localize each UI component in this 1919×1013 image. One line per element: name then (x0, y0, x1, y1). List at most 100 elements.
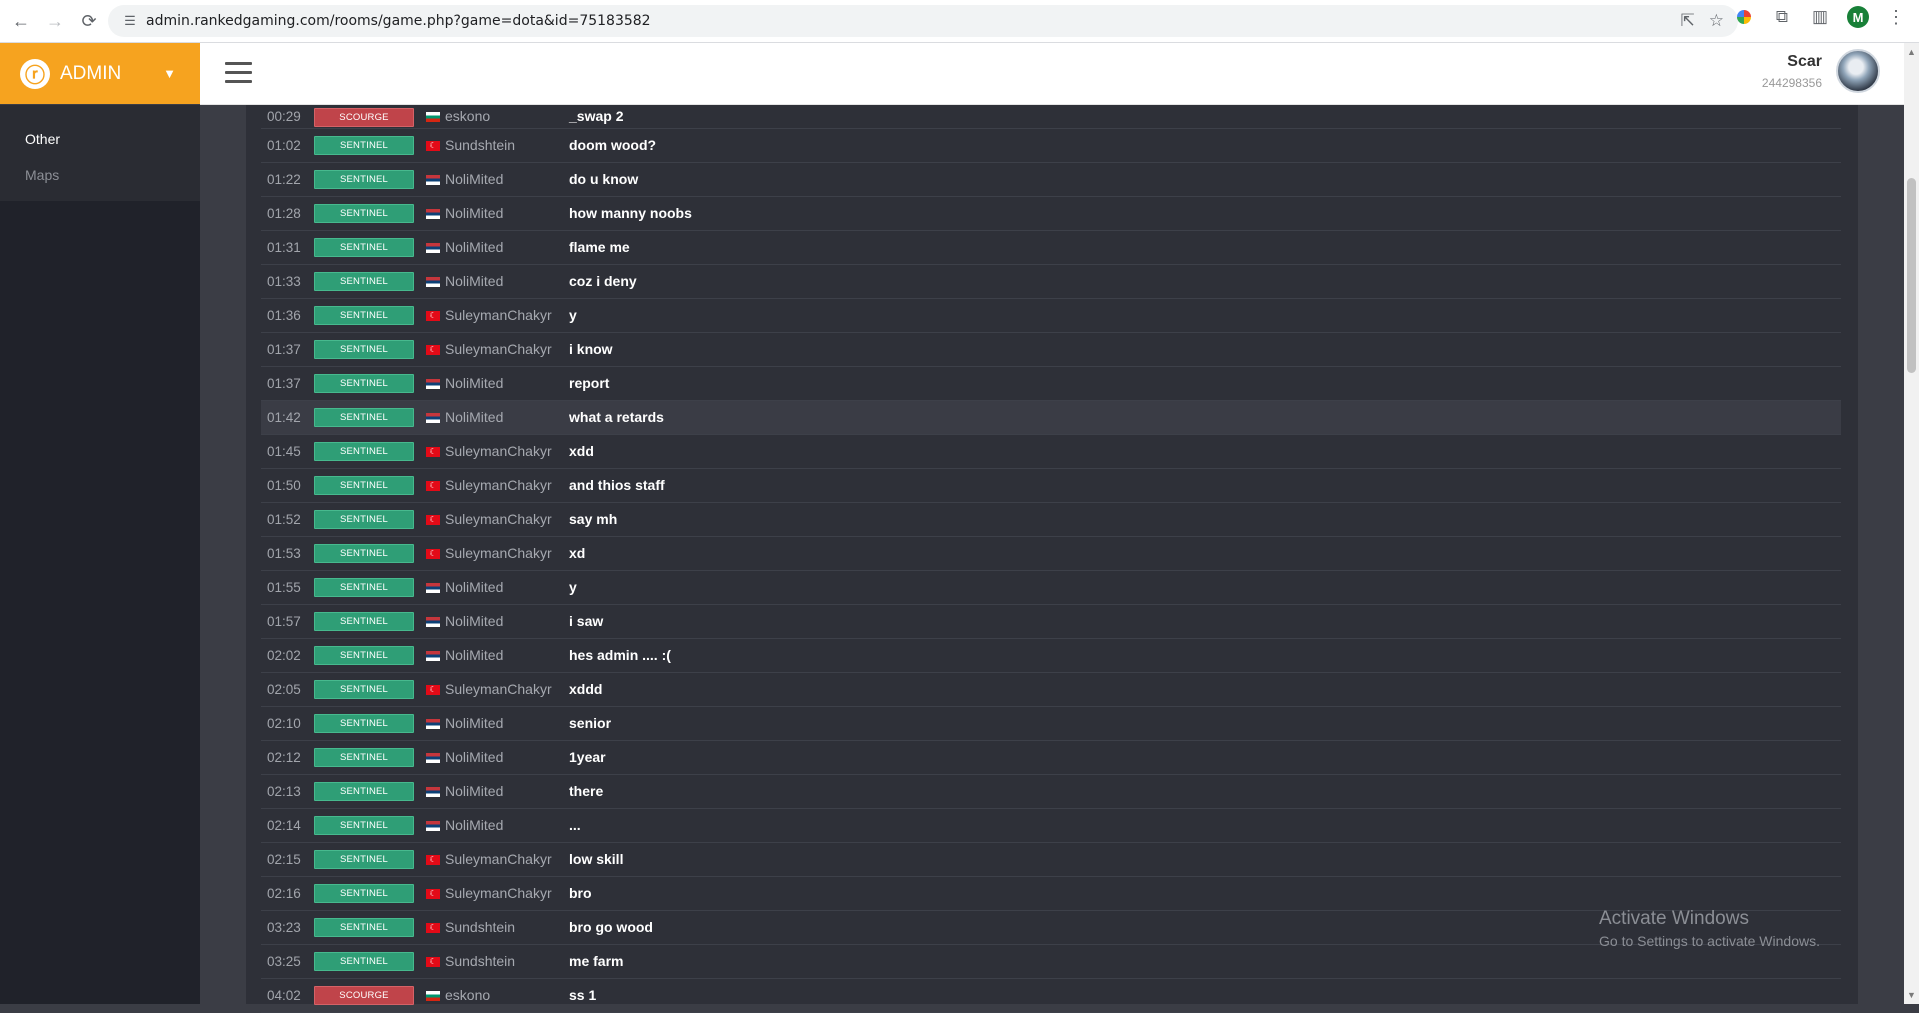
scroll-down-arrow-icon[interactable]: ▼ (1907, 990, 1916, 1000)
chat-player-name[interactable]: SuleymanChakyr (445, 333, 552, 366)
scroll-up-arrow-icon[interactable]: ▲ (1907, 47, 1916, 57)
chat-player-name[interactable]: SuleymanChakyr (445, 843, 552, 876)
chat-message: report (569, 375, 610, 391)
browser-toolbar: ← → ⟳ ☰ admin.rankedgaming.com/rooms/gam… (0, 0, 1919, 43)
team-badge: SENTINEL (314, 850, 414, 869)
country-flag-icon (426, 243, 440, 253)
chat-time: 02:15 (267, 852, 301, 867)
chat-row[interactable]: 02:15 SENTINEL ☾ SuleymanChakyr low skill (261, 843, 1841, 877)
chat-row[interactable]: 01:22 SENTINEL NoliMited do u know (261, 163, 1841, 197)
chat-row[interactable]: 01:37 SENTINEL ☾ SuleymanChakyr i know (261, 333, 1841, 367)
url-text[interactable]: admin.rankedgaming.com/rooms/game.php?ga… (146, 13, 651, 29)
user-menu[interactable]: Scar 244298356 (1762, 49, 1880, 93)
page-scrollbar[interactable]: ▲ ▼ (1904, 43, 1919, 1004)
chat-player-name[interactable]: eskono (445, 979, 490, 1012)
chat-message: there (569, 783, 604, 799)
chat-player-name[interactable]: SuleymanChakyr (445, 469, 552, 502)
browser-menu-icon[interactable]: ⋮ (1885, 7, 1907, 28)
caret-down-icon[interactable]: ▼ (163, 66, 176, 81)
chat-player-name[interactable]: NoliMited (445, 163, 503, 196)
chat-row[interactable]: 02:16 SENTINEL ☾ SuleymanChakyr bro (261, 877, 1841, 911)
chat-row[interactable]: 01:50 SENTINEL ☾ SuleymanChakyr and thios st… (261, 469, 1841, 503)
chat-row[interactable]: 02:10 SENTINEL NoliMited senior (261, 707, 1841, 741)
chat-player-name[interactable]: NoliMited (445, 741, 503, 774)
chat-message: i saw (569, 613, 604, 629)
country-flag-icon: ☾ (426, 889, 440, 899)
chat-player-name[interactable]: NoliMited (445, 639, 503, 672)
bookmark-star-icon[interactable]: ☆ (1709, 11, 1724, 31)
address-bar[interactable]: ☰ admin.rankedgaming.com/rooms/game.php?… (108, 5, 1738, 37)
top-navbar: Scar 244298356 (200, 43, 1904, 105)
side-panel-icon[interactable]: ▥ (1809, 6, 1831, 28)
hamburger-menu-icon[interactable] (225, 62, 252, 89)
chat-row[interactable]: 02:05 SENTINEL ☾ SuleymanChakyr xddd (261, 673, 1841, 707)
chat-player-name[interactable]: NoliMited (445, 605, 503, 638)
reload-icon[interactable]: ⟳ (74, 6, 104, 36)
chat-time: 03:23 (267, 920, 301, 935)
chat-message: ss 1 (569, 987, 597, 1003)
user-avatar[interactable] (1836, 49, 1880, 93)
chat-row[interactable]: 01:37 SENTINEL NoliMited report (261, 367, 1841, 401)
chat-row[interactable]: 04:02 SCOURGE eskono ss 1 (261, 979, 1841, 1013)
chat-player-name[interactable]: NoliMited (445, 231, 503, 264)
chat-player-name[interactable]: Sundshtein (445, 129, 515, 162)
chat-message: senior (569, 715, 612, 731)
chat-player-name[interactable]: NoliMited (445, 571, 503, 604)
team-badge: SENTINEL (314, 340, 414, 359)
forward-icon[interactable]: → (40, 6, 70, 36)
chat-player-name[interactable]: NoliMited (445, 367, 503, 400)
chat-row[interactable]: 02:12 SENTINEL NoliMited 1year (261, 741, 1841, 775)
user-id: 244298356 (1761, 75, 1822, 90)
chat-row[interactable]: 01:33 SENTINEL NoliMited coz i deny (261, 265, 1841, 299)
profile-avatar[interactable]: M (1847, 6, 1869, 28)
chat-player-name[interactable]: NoliMited (445, 197, 503, 230)
chat-time: 02:02 (267, 648, 301, 663)
chat-player-name[interactable]: SuleymanChakyr (445, 673, 552, 706)
chat-row[interactable]: 02:14 SENTINEL NoliMited... (261, 809, 1841, 843)
chat-row[interactable]: 01:31 SENTINEL NoliMited flame me (261, 231, 1841, 265)
chat-row[interactable]: 01:42 SENTINEL NoliMited what a retards (261, 401, 1841, 435)
chat-player-name[interactable]: NoliMited (445, 707, 503, 740)
brand-header[interactable]: ⓡ ADMIN ▼ (0, 43, 200, 104)
chat-row[interactable]: 01:28 SENTINEL NoliMited how manny noobs (261, 197, 1841, 231)
chat-row[interactable]: 01:57 SENTINEL NoliMited i saw (261, 605, 1841, 639)
chat-row[interactable]: 01:52 SENTINEL ☾ SuleymanChakyr say mh (261, 503, 1841, 537)
chat-row[interactable]: 01:53 SENTINEL ☾ SuleymanChakyr xd (261, 537, 1841, 571)
chat-player-name[interactable]: SuleymanChakyr (445, 299, 552, 332)
chat-row[interactable]: 01:45 SENTINEL ☾ SuleymanChakyr xdd (261, 435, 1841, 469)
sidebar-item-maps[interactable]: Maps (0, 157, 200, 193)
back-icon[interactable]: ← (6, 6, 36, 36)
sidebar-item-other[interactable]: Other (0, 121, 200, 157)
chat-player-name[interactable]: Sundshtein (445, 945, 515, 978)
site-info-icon[interactable]: ☰ (120, 11, 140, 31)
chat-player-name[interactable]: SuleymanChakyr (445, 503, 552, 536)
chat-row[interactable]: 00:29 SCOURGE eskono _swap 2 (261, 105, 1841, 129)
chat-player-name[interactable]: SuleymanChakyr (445, 435, 552, 468)
chat-row[interactable]: 02:13 SENTINEL NoliMited there (261, 775, 1841, 809)
country-flag-icon: ☾ (426, 311, 440, 321)
team-badge: SENTINEL (314, 306, 414, 325)
chat-row[interactable]: 02:02 SENTINEL NoliMited hes admin .... :( (261, 639, 1841, 673)
chat-player-name[interactable]: eskono (445, 105, 490, 128)
team-badge: SENTINEL (314, 476, 414, 495)
chat-row[interactable]: 01:55 SENTINEL NoliMited y (261, 571, 1841, 605)
team-badge: SENTINEL (314, 170, 414, 189)
chat-player-name[interactable]: NoliMited (445, 775, 503, 808)
chat-row[interactable]: 01:36 SENTINEL ☾ SuleymanChakyr y (261, 299, 1841, 333)
scrollbar-thumb[interactable] (1907, 178, 1916, 373)
color-extension-icon[interactable] (1733, 6, 1755, 28)
extensions-puzzle-icon[interactable]: ⧉ (1771, 6, 1793, 28)
chat-player-name[interactable]: SuleymanChakyr (445, 877, 552, 910)
chat-player-name[interactable]: NoliMited (445, 265, 503, 298)
chat-player-name[interactable]: Sundshtein (445, 911, 515, 944)
chat-message: y (569, 307, 577, 323)
chat-message: doom wood? (569, 137, 657, 153)
chat-row[interactable]: 03:25 SENTINEL ☾ Sundshtein me farm (261, 945, 1841, 979)
chat-player-name[interactable]: NoliMited (445, 401, 503, 434)
brand-title: ADMIN (60, 62, 122, 84)
chat-player-name[interactable]: SuleymanChakyr (445, 537, 552, 570)
chat-player-name[interactable]: NoliMited (445, 809, 503, 842)
chat-message: ... (569, 817, 581, 833)
chat-row[interactable]: 01:02 SENTINEL ☾ Sundshtein doom wood? (261, 129, 1841, 163)
share-icon[interactable]: ⇱ (1681, 11, 1695, 31)
